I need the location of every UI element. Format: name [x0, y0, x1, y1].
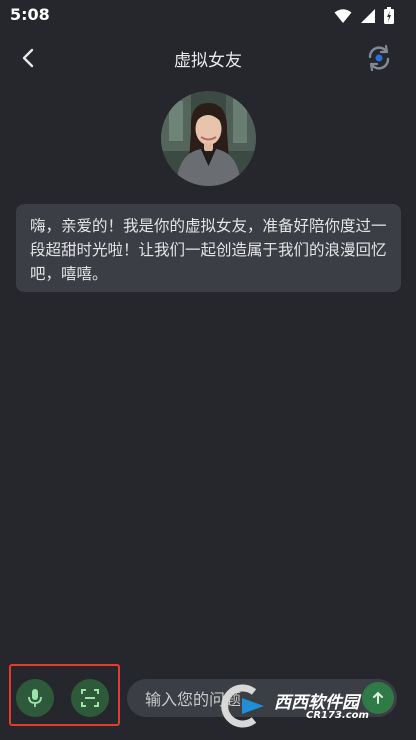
page-title: 虚拟女友	[174, 51, 242, 71]
chat-message-text: 嗨，亲爱的！我是你的虚拟女友，准备好陪你度过一段超甜时光啦！让我们一起创造属于我…	[30, 217, 387, 283]
microphone-icon	[28, 689, 42, 707]
watermark-subtext: CR173.com	[306, 710, 369, 721]
watermark-logo-icon	[221, 684, 264, 728]
chat-message-bubble: 嗨，亲爱的！我是你的虚拟女友，准备好陪你度过一段超甜时光啦！让我们一起创造属于我…	[16, 204, 401, 292]
wifi-icon	[334, 8, 352, 28]
battery-icon	[384, 7, 394, 28]
voice-button[interactable]	[16, 679, 54, 717]
header: 虚拟女友	[0, 38, 416, 78]
signal-icon	[360, 8, 376, 28]
status-time: 5:08	[10, 5, 50, 24]
scan-icon	[81, 689, 99, 707]
scan-button[interactable]	[71, 679, 109, 717]
refresh-button[interactable]	[364, 43, 394, 73]
status-bar: 5:08	[0, 0, 416, 30]
watermark: 西西软件园 CR173.com	[214, 682, 414, 730]
status-icons	[334, 7, 394, 28]
avatar	[161, 91, 256, 186]
refresh-icon	[368, 44, 390, 72]
